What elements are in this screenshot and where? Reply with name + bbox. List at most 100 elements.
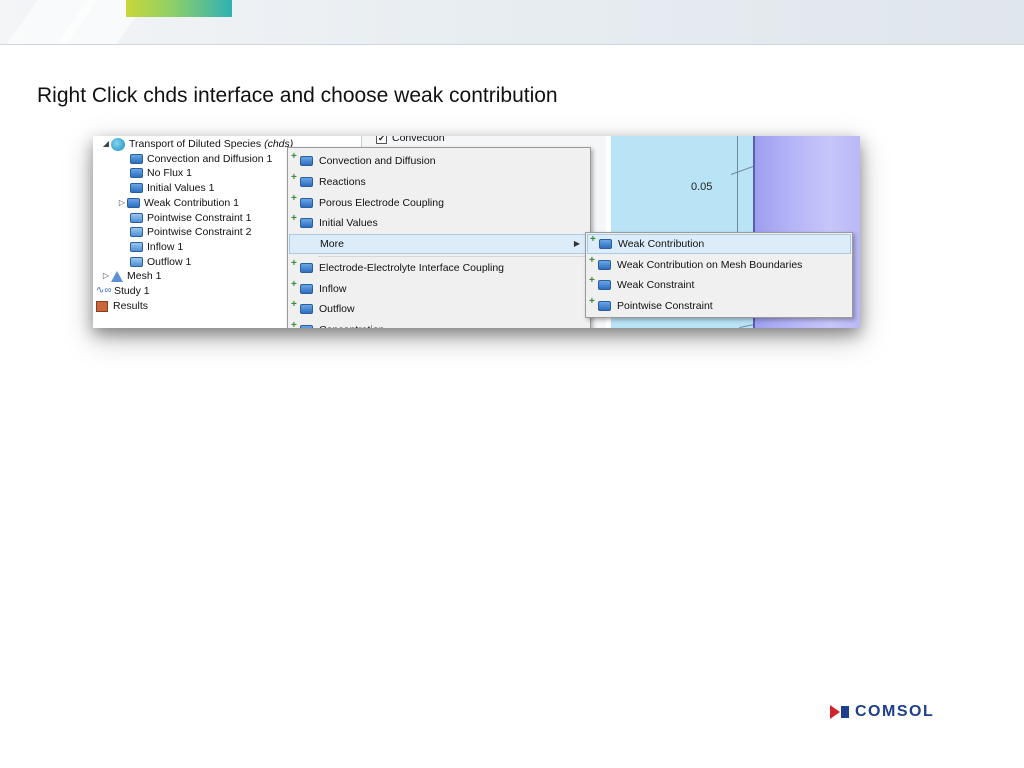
comsol-logo-blue-mark xyxy=(841,706,849,718)
physics-feature-icon xyxy=(300,198,313,208)
more-submenu: + Weak Contribution + Weak Contribution … xyxy=(585,232,853,318)
menu-item-label: Porous Electrode Coupling xyxy=(319,197,444,209)
slide-banner xyxy=(0,0,1024,45)
submenu-item-weak-contribution-mesh[interactable]: + Weak Contribution on Mesh Boundaries xyxy=(587,255,851,275)
submenu-item-weak-constraint[interactable]: + Weak Constraint xyxy=(587,275,851,295)
add-icon: + xyxy=(291,213,297,224)
comsol-screenshot: ◢ Transport of Diluted Species (chds) Co… xyxy=(93,136,860,328)
tree-item-label: Mesh 1 xyxy=(127,270,162,282)
menu-item-reactions[interactable]: + Reactions xyxy=(289,172,589,192)
menu-item-label: Weak Contribution on Mesh Boundaries xyxy=(617,259,803,271)
add-icon: + xyxy=(589,255,595,266)
tree-item-label: Initial Values 1 xyxy=(147,182,215,194)
physics-feature-icon xyxy=(300,263,313,273)
tree-item-study[interactable]: ∿∞ Study 1 xyxy=(96,284,150,298)
physics-feature-icon xyxy=(300,218,313,228)
physics-feature-icon xyxy=(127,198,140,208)
tree-item-label: Inflow 1 xyxy=(147,241,184,253)
physics-feature-icon xyxy=(130,242,143,252)
add-icon: + xyxy=(291,172,297,183)
physics-feature-icon xyxy=(130,213,143,223)
menu-item-label: More xyxy=(320,238,344,250)
comsol-logo: COMSOL xyxy=(830,703,934,721)
tree-item-label: Study 1 xyxy=(114,285,150,297)
physics-feature-icon xyxy=(300,325,313,328)
expand-arrow-icon[interactable]: ▷ xyxy=(117,196,127,210)
collapse-arrow-icon[interactable]: ◢ xyxy=(101,137,111,151)
tree-item-outflow[interactable]: Outflow 1 xyxy=(130,255,191,269)
menu-item-porous-electrode-coupling[interactable]: + Porous Electrode Coupling xyxy=(289,193,589,213)
add-icon: + xyxy=(291,193,297,204)
add-icon: + xyxy=(589,275,595,286)
tree-item-initial-values[interactable]: Initial Values 1 xyxy=(130,181,215,195)
physics-feature-icon xyxy=(300,156,313,166)
tree-item-pointwise-constraint-2[interactable]: Pointwise Constraint 2 xyxy=(130,225,251,239)
physics-feature-icon xyxy=(598,260,611,270)
comsol-logo-wordmark: COMSOL xyxy=(855,703,935,720)
menu-item-label: Outflow xyxy=(319,303,355,315)
menu-item-label: Convection and Diffusion xyxy=(319,155,436,167)
menu-item-electrode-electrolyte-coupling[interactable]: + Electrode-Electrolyte Interface Coupli… xyxy=(289,258,589,278)
menu-item-label: Pointwise Constraint xyxy=(617,300,713,312)
add-icon: + xyxy=(590,234,596,245)
tree-item-mesh[interactable]: ▷ Mesh 1 xyxy=(101,269,162,283)
physics-feature-icon xyxy=(130,257,143,267)
physics-feature-icon xyxy=(130,154,143,164)
tree-item-label: Results xyxy=(113,300,149,312)
menu-item-initial-values[interactable]: + Initial Values xyxy=(289,213,589,233)
add-icon: + xyxy=(291,258,297,269)
menu-item-label: Concentration xyxy=(319,320,384,328)
add-icon: + xyxy=(291,151,297,162)
submenu-arrow-icon: ▶ xyxy=(573,239,580,248)
menu-item-outflow[interactable]: + Outflow xyxy=(289,299,589,319)
tree-item-pointwise-constraint-1[interactable]: Pointwise Constraint 1 xyxy=(130,211,251,225)
menu-item-label: Weak Constraint xyxy=(617,279,695,291)
physics-feature-icon xyxy=(598,301,611,311)
menu-item-label: Inflow xyxy=(319,283,347,295)
tree-item-label: Pointwise Constraint 1 xyxy=(147,212,252,224)
menu-separator xyxy=(318,256,588,257)
physics-feature-icon xyxy=(300,177,313,187)
menu-item-label: Weak Contribution xyxy=(618,238,705,250)
tree-item-results[interactable]: Results xyxy=(96,299,148,313)
physics-feature-icon xyxy=(599,239,612,249)
tree-item-weak-contribution[interactable]: ▷ Weak Contribution 1 xyxy=(117,196,239,210)
add-icon: + xyxy=(291,279,297,290)
add-icon: + xyxy=(291,299,297,310)
comsol-logo-red-mark xyxy=(830,705,840,719)
checkbox-checked-icon[interactable]: ✔ xyxy=(376,136,387,144)
tree-item-label: Transport of Diluted Species xyxy=(129,138,262,150)
results-icon xyxy=(96,300,108,312)
convection-checkbox-row[interactable]: ✔ Convection xyxy=(376,136,445,144)
add-icon: + xyxy=(589,296,595,307)
tree-item-convection-diffusion[interactable]: Convection and Diffusion 1 xyxy=(130,152,272,166)
tree-item-label: Weak Contribution 1 xyxy=(144,197,239,209)
menu-item-more[interactable]: More ▶ xyxy=(289,234,589,254)
menu-item-convection-diffusion[interactable]: + Convection and Diffusion xyxy=(289,151,589,171)
menu-item-label: Initial Values xyxy=(319,217,378,229)
mesh-icon xyxy=(111,270,123,282)
tree-item-label: Pointwise Constraint 2 xyxy=(147,226,252,238)
banner-logo-block xyxy=(126,0,232,17)
tree-item-label: No Flux 1 xyxy=(147,167,192,179)
convection-label: Convection xyxy=(392,136,445,144)
transport-diluted-species-icon xyxy=(111,137,125,151)
tree-item-inflow[interactable]: Inflow 1 xyxy=(130,240,183,254)
submenu-item-weak-contribution[interactable]: + Weak Contribution xyxy=(587,234,851,254)
menu-item-inflow[interactable]: + Inflow xyxy=(289,279,589,299)
axis-value-label: 0.05 xyxy=(691,181,713,193)
tree-item-chds[interactable]: ◢ Transport of Diluted Species (chds) xyxy=(101,137,293,151)
submenu-item-pointwise-constraint[interactable]: + Pointwise Constraint xyxy=(587,296,851,316)
expand-arrow-icon[interactable]: ▷ xyxy=(101,269,111,283)
tree-item-label: Outflow 1 xyxy=(147,256,192,268)
add-icon: + xyxy=(291,320,297,328)
physics-feature-icon xyxy=(130,183,143,193)
study-icon: ∿∞ xyxy=(96,285,112,296)
physics-feature-icon xyxy=(300,304,313,314)
context-menu: + Convection and Diffusion + Reactions +… xyxy=(287,147,591,328)
tree-item-no-flux[interactable]: No Flux 1 xyxy=(130,166,192,180)
physics-feature-icon xyxy=(130,168,143,178)
physics-feature-icon xyxy=(598,280,611,290)
menu-item-concentration[interactable]: + Concentration xyxy=(289,320,589,328)
menu-item-label: Electrode-Electrolyte Interface Coupling xyxy=(319,262,505,274)
